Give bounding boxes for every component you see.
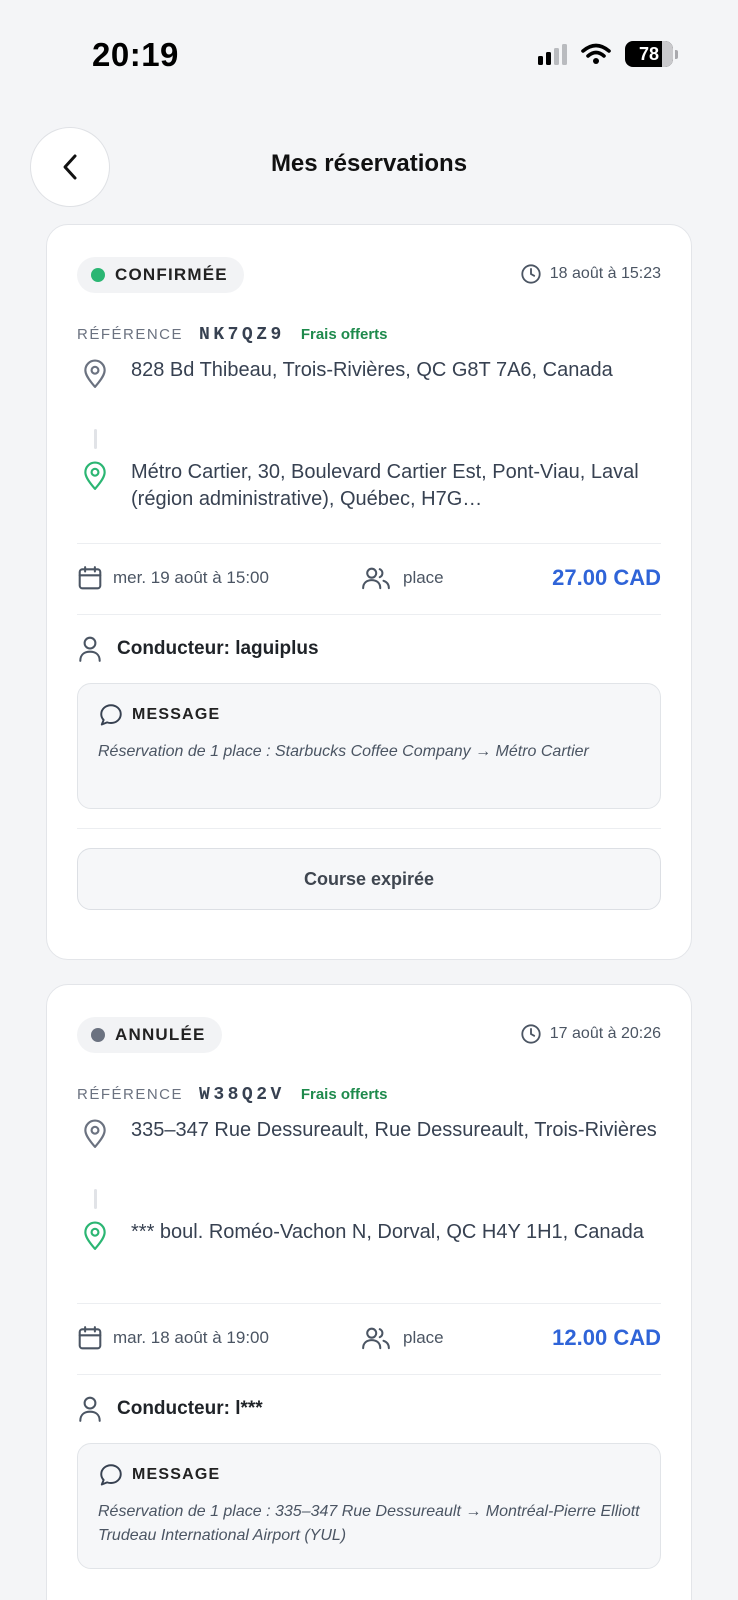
user-icon xyxy=(79,1396,101,1422)
users-icon xyxy=(362,567,390,590)
calendar-icon xyxy=(78,566,102,590)
divider xyxy=(77,1303,661,1304)
user-icon xyxy=(79,636,101,662)
seats: place xyxy=(361,1325,444,1351)
divider xyxy=(77,828,661,829)
booked-at: 18 août à 15:23 xyxy=(520,263,661,285)
battery-icon: 78 xyxy=(625,41,678,67)
departure-text: mer. 19 août à 15:00 xyxy=(113,568,269,587)
price: 27.00 CAD xyxy=(552,565,661,590)
wifi-icon xyxy=(581,43,611,64)
destination-address: *** boul. Roméo-Vachon N, Dorval, QC H4Y… xyxy=(77,1219,667,1251)
destination-text: Métro Cartier, 30, Boulevard Cartier Est… xyxy=(131,461,639,510)
fees-badge: Frais offerts xyxy=(300,1086,388,1103)
route-line xyxy=(94,429,97,449)
page-title: Mes réservations xyxy=(270,150,468,177)
departure-text: mar. 18 août à 19:00 xyxy=(113,1328,269,1347)
clock-icon xyxy=(521,1024,541,1044)
map-pin-icon xyxy=(84,1221,106,1250)
chat-bubble-icon xyxy=(100,1464,122,1486)
driver: Conducteur: l*** xyxy=(77,1393,263,1425)
chat-bubble-icon xyxy=(100,704,122,726)
status-label: ANNULÉE xyxy=(115,1025,206,1044)
reference-code: NK7QZ9 xyxy=(199,325,285,345)
message-label: MESSAGE xyxy=(132,1466,221,1483)
driver-text: Conducteur: laguiplus xyxy=(117,638,319,659)
origin-text: 335–347 Rue Dessureault, Rue Dessureault… xyxy=(131,1119,657,1141)
status-dot xyxy=(91,1028,105,1042)
seats-label: place xyxy=(403,568,444,587)
divider xyxy=(77,614,661,615)
departure-date: mar. 18 août à 19:00 xyxy=(77,1325,361,1351)
message-header: MESSAGE xyxy=(98,1462,642,1488)
expired-ride-button[interactable]: Course expirée xyxy=(77,848,661,910)
booked-at-text: 17 août à 20:26 xyxy=(549,1025,661,1042)
reservation-card[interactable]: ANNULÉE 17 août à 20:26 RÉFÉRENCE W38Q2V… xyxy=(46,984,692,1600)
status-icons: 78 xyxy=(538,40,678,68)
booked-at-text: 18 août à 15:23 xyxy=(549,265,661,282)
departure-date: mer. 19 août à 15:00 xyxy=(77,565,361,591)
origin-text: 828 Bd Thibeau, Trois-Rivières, QC G8T 7… xyxy=(131,359,613,381)
price: 12.00 CAD xyxy=(552,1325,661,1350)
battery-level-text: 78 xyxy=(638,43,660,64)
origin-address: 828 Bd Thibeau, Trois-Rivières, QC G8T 7… xyxy=(77,357,667,389)
trip-details: mer. 19 août à 15:00 place 27.00 CAD xyxy=(77,558,661,598)
divider xyxy=(77,1374,661,1375)
message-label: MESSAGE xyxy=(132,706,221,723)
message-header: MESSAGE xyxy=(98,702,642,728)
reservation-card[interactable]: CONFIRMÉE 18 août à 15:23 RÉFÉRENCE NK7Q… xyxy=(46,224,692,960)
destination-address: Métro Cartier, 30, Boulevard Cartier Est… xyxy=(77,459,667,513)
status-dot xyxy=(91,268,105,282)
status-badge: CONFIRMÉE xyxy=(77,257,244,293)
status-bar: 20:19 78 xyxy=(0,0,738,110)
map-pin-icon xyxy=(84,461,106,490)
header: Mes réservations xyxy=(0,124,738,208)
reference-row: RÉFÉRENCE NK7QZ9 Frais offerts xyxy=(77,325,388,345)
message-text: Réservation de 1 place : Starbucks Coffe… xyxy=(98,743,589,760)
reference-code: W38Q2V xyxy=(199,1085,285,1105)
driver: Conducteur: laguiplus xyxy=(77,633,319,665)
seats: place xyxy=(361,565,444,591)
route-line xyxy=(94,1189,97,1209)
seats-label: place xyxy=(403,1328,444,1347)
origin-address: 335–347 Rue Dessureault, Rue Dessureault… xyxy=(77,1117,667,1149)
status-time: 20:19 xyxy=(92,36,179,73)
booked-at: 17 août à 20:26 xyxy=(520,1023,661,1045)
users-icon xyxy=(362,1327,390,1350)
message-box: MESSAGE Réservation de 1 place : 335–347… xyxy=(77,1443,661,1569)
divider xyxy=(77,543,661,544)
reference-label: RÉFÉRENCE xyxy=(77,1086,184,1103)
destination-text: *** boul. Roméo-Vachon N, Dorval, QC H4Y… xyxy=(131,1221,644,1243)
reference-row: RÉFÉRENCE W38Q2V Frais offerts xyxy=(77,1085,388,1105)
driver-text: Conducteur: l*** xyxy=(117,1398,263,1419)
message-box: MESSAGE Réservation de 1 place : Starbuc… xyxy=(77,683,661,809)
trip-details: mar. 18 août à 19:00 place 12.00 CAD xyxy=(77,1318,661,1358)
status-label: CONFIRMÉE xyxy=(115,265,228,284)
map-pin-icon xyxy=(84,1119,106,1148)
message-text: Réservation de 1 place : 335–347 Rue Des… xyxy=(98,1503,640,1544)
map-pin-icon xyxy=(84,359,106,388)
status-badge: ANNULÉE xyxy=(77,1017,222,1053)
clock-icon xyxy=(521,264,541,284)
reference-label: RÉFÉRENCE xyxy=(77,326,184,343)
fees-badge: Frais offerts xyxy=(300,326,388,343)
calendar-icon xyxy=(78,1326,102,1350)
cellular-signal-icon xyxy=(538,43,567,65)
